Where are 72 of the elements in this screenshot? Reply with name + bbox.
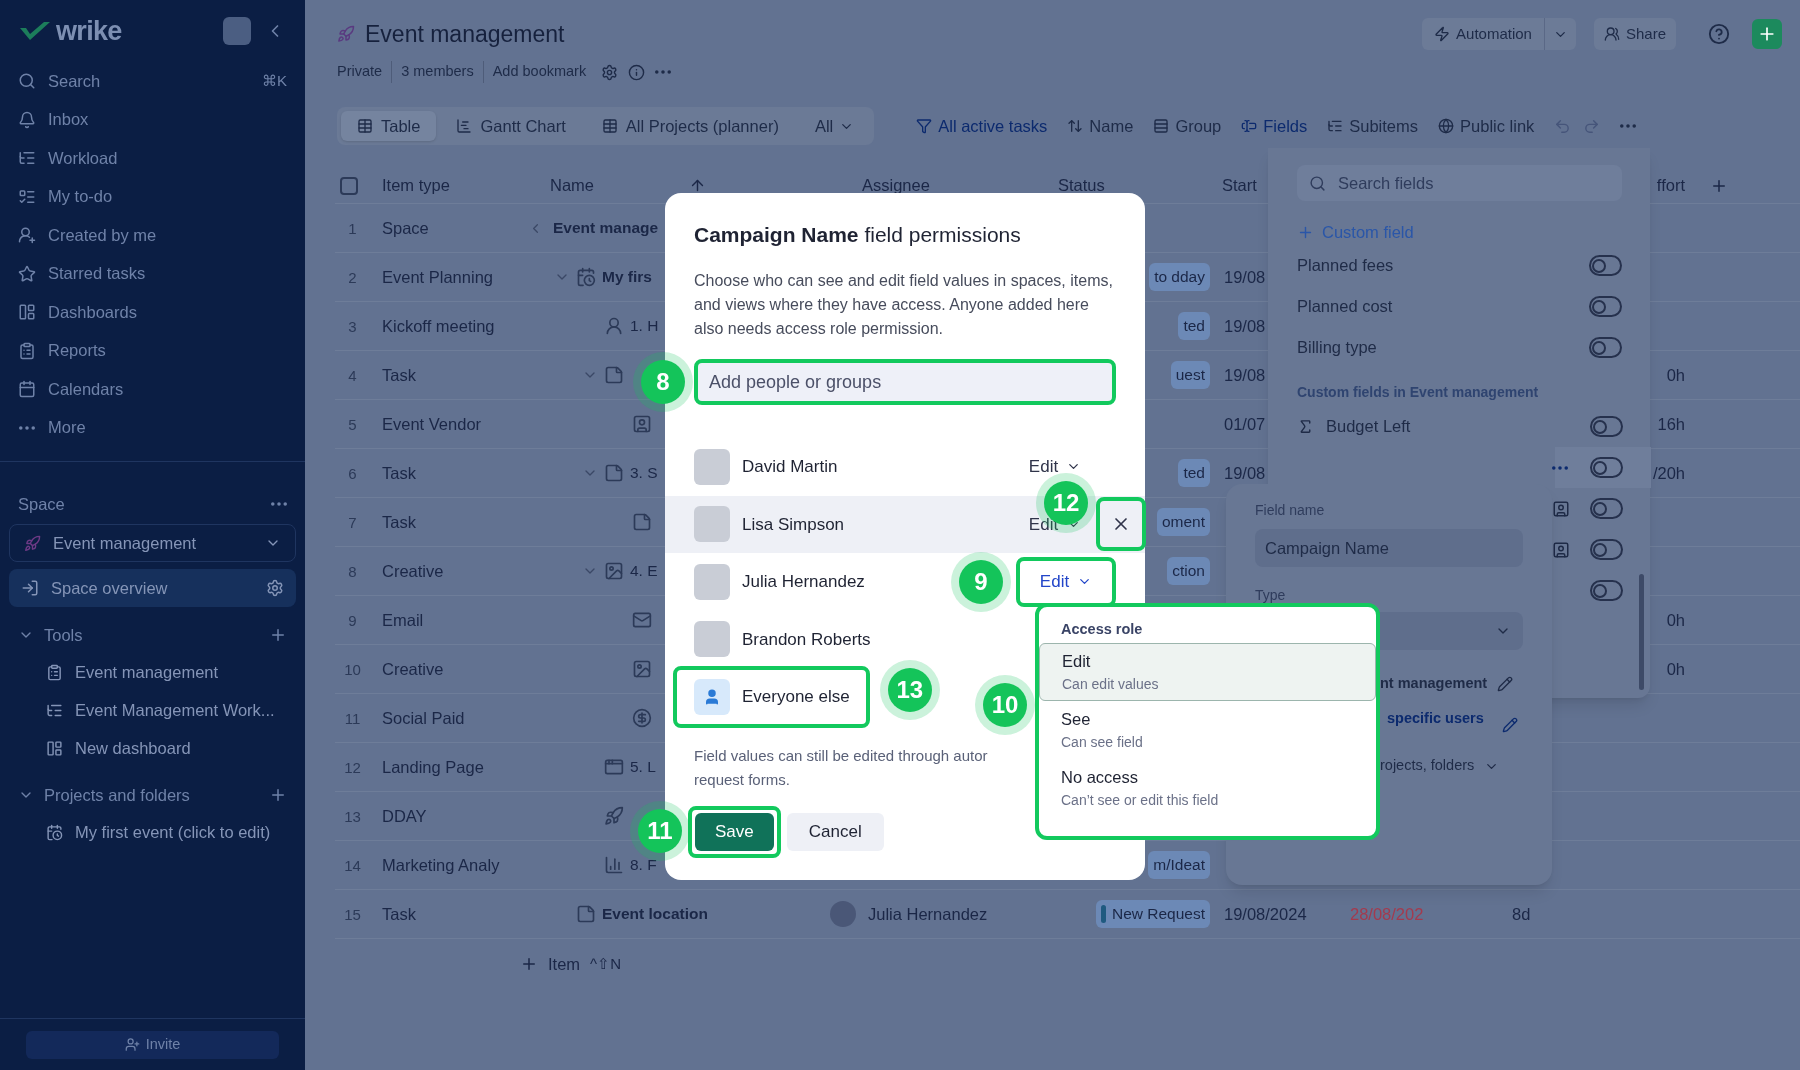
table-cell: Event Vendor [382,414,482,433]
table-cell: Landing Page [382,757,484,776]
person-name: Brandon Roberts [742,628,871,651]
duration-cell: 8d [1512,904,1531,923]
table-cell: Space [382,218,429,237]
row-number: 15 [344,905,361,923]
effort-cell: 0h [1666,365,1685,384]
table-cell: Creative [382,561,444,580]
logo-text: wrike [56,14,122,48]
row-number: 4 [348,366,357,384]
table-cell: Email [382,610,424,629]
date-cell: 19/08/2024 [1224,904,1307,923]
person-name: David Martin [742,456,838,478]
table-cell: Task [382,512,416,531]
table-cell: DDAY [382,806,427,825]
field-name: Planned cost [1297,296,1393,318]
date-cell: 19/08 [1224,463,1266,482]
meta-label: 3 members [391,61,483,83]
table-cell: Creative [382,659,444,678]
table-cell: Task [382,463,416,482]
section-label: Space [18,493,65,515]
menu-heading: Access role [1060,620,1144,639]
row-number: 2 [348,268,357,286]
field-name: Planned fees [1297,255,1394,277]
table-cell: Social Paid [382,708,465,727]
row-number: 12 [344,758,361,776]
date-cell: 01/07 [1224,414,1266,433]
note-text: Field values can still be edited through autor request forms. [694,745,988,790]
date-cell: 19/08 [1224,316,1266,335]
step-number-badge: 9 [959,559,1003,604]
meta-label: Private [337,62,384,82]
row-number: 11 [344,709,361,727]
row-number: 14 [344,856,361,874]
dialog-title: Campaign Name field permissions [694,222,1022,248]
table-cell: Task [382,904,416,923]
table-cell: Task [382,365,416,384]
row-number: 13 [344,807,361,825]
row-number: 6 [348,464,357,482]
date-cell: 19/08 [1224,365,1266,384]
field-label: Type [1255,586,1287,605]
shortcut-label: ⌘K [262,71,287,91]
row-number: 5 [348,415,357,433]
shortcut-label: ^⇧N [590,953,621,974]
date-cell: 19/08 [1224,267,1266,286]
dialog-description: Choose who can see and edit field values in spaces, items, and views where they have access. Anyone added here also needs access role permission. [694,271,1114,339]
row-number: 1 [348,219,357,237]
effort-cell: 0h [1666,659,1685,678]
effort-cell: /20h [1652,463,1685,482]
section-heading: Custom fields in Event management [1297,382,1540,402]
step-number-badge: 13 [887,667,932,712]
date-cell: 28/08/202 [1350,904,1424,923]
table-cell: Event Planning [382,267,493,286]
row-number: 7 [348,513,357,531]
step-number-badge: 8 [641,360,685,404]
page-title: Event management [365,19,565,49]
row-number: 10 [344,660,361,678]
field-label: Field name [1255,501,1326,520]
person-name: Lisa Simpson [742,513,845,536]
step-number-badge: 11 [638,808,682,853]
row-number: 9 [348,611,357,629]
field-name: Billing type [1297,337,1377,359]
person-name: Everyone else [742,686,850,708]
row-number: 3 [348,317,357,335]
effort-cell: 16h [1657,414,1685,433]
shared-in-label: nt management [1380,674,1488,694]
person-name: Julia Hernandez [742,571,865,593]
row-number: 8 [348,562,357,580]
field-name: Budget Left [1326,416,1411,438]
table-cell: Marketing Analy [382,855,500,874]
effort-cell: 0h [1666,610,1685,629]
table-cell: Kickoff meeting [382,316,495,335]
assignee-name: Julia Hernandez [868,903,988,925]
